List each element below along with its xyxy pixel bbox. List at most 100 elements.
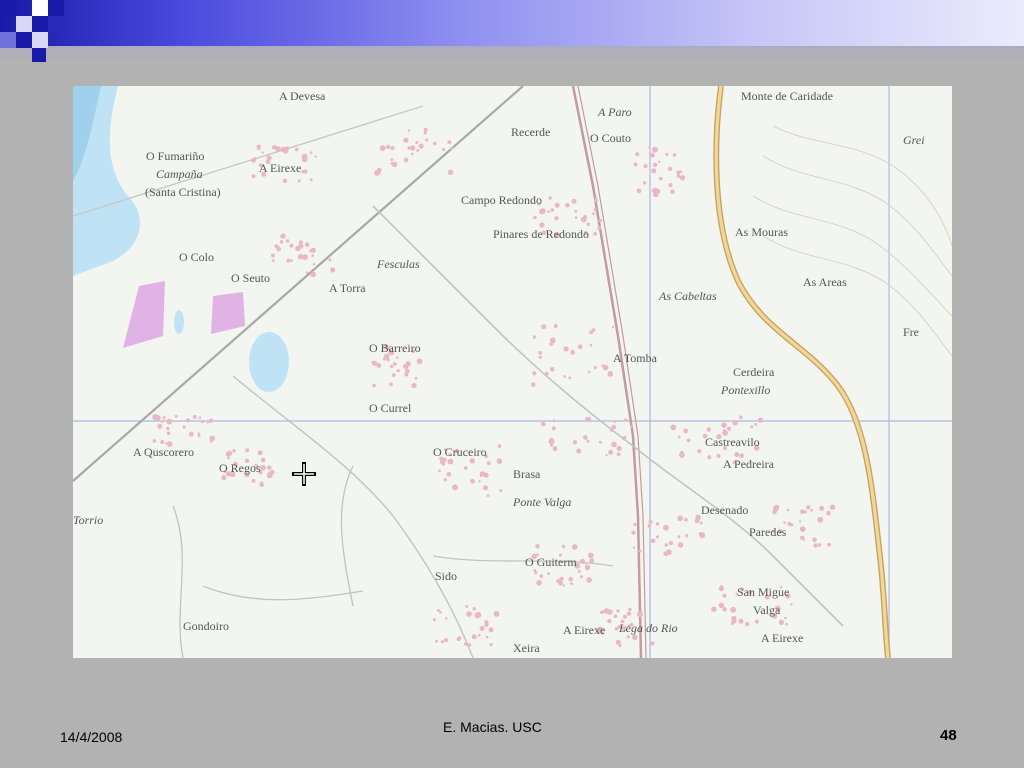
building-dot [251, 158, 256, 163]
building-dot [298, 243, 304, 249]
building-dot [579, 575, 583, 579]
building-dot [679, 170, 683, 173]
building-dot [677, 542, 684, 548]
building-dot [685, 534, 689, 538]
building-dot [442, 147, 446, 152]
building-dot [829, 504, 836, 510]
building-dot [280, 233, 286, 239]
building-dot [784, 616, 787, 620]
building-dot [162, 416, 166, 420]
building-dot [267, 465, 272, 470]
building-dot [577, 569, 581, 573]
building-dot [314, 155, 317, 158]
building-dot [466, 611, 472, 617]
building-dot [260, 457, 266, 463]
map-label: O Currel [369, 401, 412, 415]
building-dot [551, 426, 556, 431]
map-label: Desenado [701, 503, 748, 517]
building-dot [548, 438, 555, 445]
logo-square [32, 16, 48, 32]
building-dot [294, 147, 299, 152]
building-dot [489, 643, 493, 647]
building-dot [192, 414, 197, 419]
building-dot [198, 416, 202, 420]
building-dot [618, 644, 622, 648]
building-dot [694, 518, 700, 524]
building-dot [684, 518, 688, 522]
building-dot [592, 212, 595, 215]
map-label: Lega do Rio [618, 621, 678, 635]
building-dot [289, 243, 294, 248]
building-dot [817, 516, 824, 523]
building-dot [652, 162, 658, 168]
building-dot [445, 617, 448, 620]
building-dot [166, 431, 171, 436]
building-dot [598, 218, 603, 223]
building-dot [827, 542, 831, 547]
building-dot [647, 524, 652, 528]
building-dot [443, 478, 447, 482]
building-dot [611, 441, 617, 448]
building-dot [576, 448, 582, 454]
building-dot [266, 155, 272, 161]
building-dot [286, 258, 291, 263]
map-label: A Torra [329, 281, 366, 295]
building-dot [496, 458, 503, 465]
building-dot [613, 614, 618, 619]
building-dot [309, 151, 313, 154]
building-dot [463, 466, 468, 470]
footer-author: E. Macias. USC [443, 719, 542, 735]
building-dot [772, 505, 779, 512]
building-dot [799, 526, 806, 532]
building-dot [328, 258, 332, 262]
logo-square [16, 32, 32, 48]
building-dot [447, 458, 454, 465]
building-dot [668, 540, 674, 546]
building-dot [722, 593, 727, 598]
building-dot [478, 480, 481, 483]
building-dot [574, 216, 578, 219]
building-dot [813, 543, 818, 548]
building-dot [377, 170, 381, 174]
building-dot [686, 438, 691, 443]
building-dot [790, 603, 793, 606]
building-dot [260, 465, 266, 471]
building-dot [152, 439, 157, 443]
building-dot [306, 271, 309, 274]
map-label: Pinares de Redondo [493, 227, 589, 241]
building-dot [549, 367, 555, 372]
building-dot [416, 358, 423, 365]
building-dot [632, 634, 638, 641]
building-dot [382, 357, 386, 361]
building-dot [251, 478, 256, 483]
building-dot [396, 369, 400, 373]
building-dot [800, 509, 805, 515]
building-dot [603, 608, 610, 614]
building-dot [570, 350, 575, 355]
building-dot [438, 469, 441, 473]
building-dot [563, 346, 569, 352]
building-dot [587, 370, 591, 374]
building-dot [648, 519, 653, 525]
map-label: Campo Redondo [461, 193, 542, 207]
building-dot [376, 363, 382, 368]
logo-blocks [0, 0, 80, 62]
map-label: A Devesa [279, 89, 326, 103]
building-dot [410, 152, 414, 156]
topographic-map[interactable]: A Devesa A Paro Recerde O Couto Monte de Car… [73, 86, 952, 658]
building-dot [561, 544, 566, 549]
building-dot [166, 426, 170, 431]
building-dot [697, 449, 702, 454]
building-dot [716, 453, 721, 458]
building-dot [601, 364, 604, 367]
building-dot [245, 448, 250, 453]
building-dot [626, 611, 632, 616]
building-dot [631, 530, 636, 535]
building-dot [379, 145, 386, 152]
building-dot [174, 414, 178, 418]
building-dot [572, 440, 578, 445]
building-dot [683, 428, 688, 434]
building-dot [676, 174, 681, 178]
building-dot [452, 484, 458, 491]
map-label: A Eirexe [259, 161, 301, 175]
